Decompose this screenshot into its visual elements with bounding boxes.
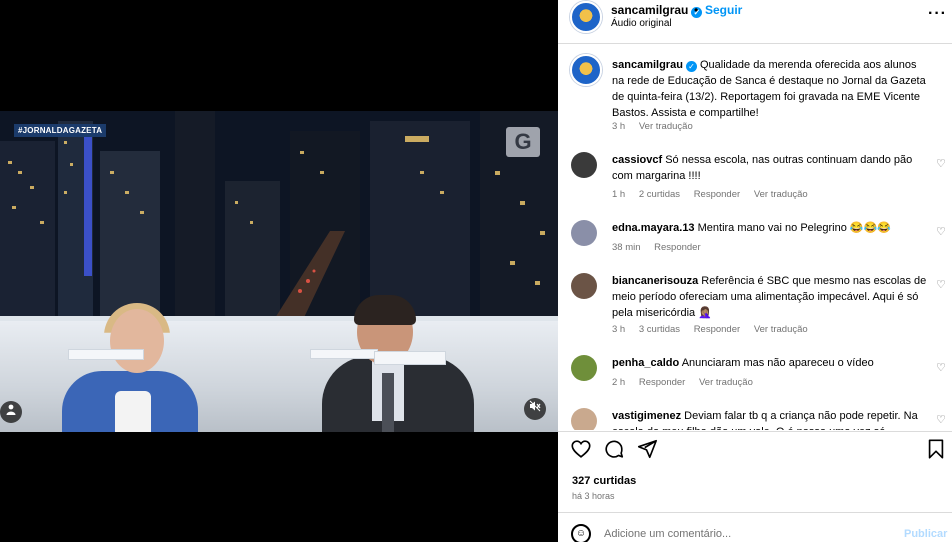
comment-meta: 1 h 2 curtidas Responder Ver tradução xyxy=(612,189,819,200)
comment-likes[interactable]: 2 curtidas xyxy=(639,189,680,200)
add-comment-row: ☺ Publicar xyxy=(558,514,952,542)
comment-icon[interactable] xyxy=(603,438,625,466)
comment-username[interactable]: biancanerisouza xyxy=(612,275,698,287)
comment-likes[interactable]: 3 curtidas xyxy=(639,324,680,335)
comment-username[interactable]: edna.mayara.13 xyxy=(612,222,695,234)
comment-body: Mentira mano vai no Pelegrino 😂😂😂 xyxy=(697,222,891,234)
anchor-right-tie xyxy=(382,373,394,432)
news-hashtag: #JORNALDAGAZETA xyxy=(14,124,107,137)
more-options-icon[interactable]: ··· xyxy=(928,5,947,23)
original-audio-link[interactable]: Áudio original xyxy=(611,18,672,29)
follow-button[interactable]: Seguir xyxy=(705,3,742,17)
heart-icon[interactable]: ♡ xyxy=(936,157,946,170)
caption-time: 3 h xyxy=(612,121,626,132)
comment-time: 1 h xyxy=(612,189,626,200)
comment-time: 2 h xyxy=(612,377,626,388)
comment-input[interactable] xyxy=(604,528,894,540)
heart-icon[interactable]: ♡ xyxy=(936,361,946,374)
heart-icon[interactable]: ♡ xyxy=(936,225,946,238)
post-time: há 3 horas xyxy=(572,491,615,501)
comment-text: edna.mayara.13 Mentira mano vai no Peleg… xyxy=(612,220,930,236)
comment-translate-link[interactable]: Ver tradução xyxy=(754,189,808,200)
caption-text: sancamilgrau ✓ Qualidade da merenda ofere… xyxy=(612,57,930,121)
comment-reply-link[interactable]: Responder xyxy=(654,242,700,253)
comment-translate-link[interactable]: Ver tradução xyxy=(754,324,808,335)
header-separator: • xyxy=(694,3,699,17)
commenter-avatar[interactable] xyxy=(571,355,597,381)
publish-button[interactable]: Publicar xyxy=(904,528,947,540)
author-avatar[interactable] xyxy=(570,1,602,33)
commenter-avatar[interactable] xyxy=(571,220,597,246)
bookmark-icon[interactable] xyxy=(926,438,946,466)
likes-count[interactable]: 327 curtidas xyxy=(572,475,636,487)
comment-translate-link[interactable]: Ver tradução xyxy=(699,377,753,388)
comment-text: cassiovcf Só nessa escola, nas outras co… xyxy=(612,152,930,184)
comment-meta: 3 h 3 curtidas Responder Ver tradução xyxy=(612,324,819,335)
comment-meta: 38 min Responder xyxy=(612,242,712,253)
desk-papers-center xyxy=(310,349,378,359)
channel-logo: G xyxy=(506,127,540,157)
comment-body: Anunciaram mas não apareceu o vídeo xyxy=(681,357,874,369)
commenter-avatar[interactable] xyxy=(571,408,597,430)
verified-badge-icon: ✓ xyxy=(685,61,697,72)
comment-reply-link[interactable]: Responder xyxy=(694,324,740,335)
comment-username[interactable]: penha_caldo xyxy=(612,357,679,369)
share-icon[interactable] xyxy=(636,438,658,466)
commenter-avatar[interactable] xyxy=(571,152,597,178)
header-divider xyxy=(558,43,952,44)
city-background xyxy=(0,111,558,326)
desk-papers-right xyxy=(374,351,446,365)
heart-icon[interactable]: ♡ xyxy=(936,278,946,291)
author-header: sancamilgrau ✓ xyxy=(611,3,703,18)
comment-time: 38 min xyxy=(612,242,641,253)
comment-username[interactable]: vastigimenez xyxy=(612,410,681,422)
comment-reply-link[interactable]: Responder xyxy=(694,189,740,200)
heart-icon[interactable] xyxy=(570,438,592,466)
comments-divider xyxy=(558,431,952,432)
emoji-icon[interactable]: ☺ xyxy=(571,524,591,542)
comment-reply-link[interactable]: Responder xyxy=(639,377,685,388)
caption-translate-link[interactable]: Ver tradução xyxy=(639,121,693,132)
comment-username[interactable]: cassiovcf xyxy=(612,154,662,166)
comment-meta: 2 h Responder Ver tradução xyxy=(612,377,764,388)
commenter-avatar[interactable] xyxy=(571,273,597,299)
desk-papers-left xyxy=(68,349,144,360)
caption-meta: 3 h Ver tradução xyxy=(612,121,704,132)
caption-avatar[interactable] xyxy=(570,54,602,86)
anchor-left-shirt xyxy=(115,391,151,432)
comment-text: vastigimenez Deviam falar tb q a criança… xyxy=(612,408,930,430)
post-panel: sancamilgrau ✓ • Seguir Áudio original ··… xyxy=(558,0,952,542)
person-icon[interactable] xyxy=(0,401,22,423)
anchor-left-face xyxy=(110,309,164,373)
video-player[interactable]: #JORNALDAGAZETA G xyxy=(0,111,558,432)
action-bar xyxy=(558,438,952,468)
caption-username[interactable]: sancamilgrau xyxy=(612,59,683,71)
author-username[interactable]: sancamilgrau xyxy=(611,3,688,17)
comment-time: 3 h xyxy=(612,324,626,335)
comment-text: penha_caldo Anunciaram mas não apareceu … xyxy=(612,355,930,371)
media-area: #JORNALDAGAZETA G xyxy=(0,0,558,542)
footer-divider xyxy=(558,512,952,513)
heart-icon[interactable]: ♡ xyxy=(936,413,946,426)
comment-clip: vastigimenez Deviam falar tb q a criança… xyxy=(558,405,952,430)
muted-speaker-icon[interactable] xyxy=(524,398,546,420)
comment-text: biancanerisouza Referência é SBC que mes… xyxy=(612,273,930,321)
